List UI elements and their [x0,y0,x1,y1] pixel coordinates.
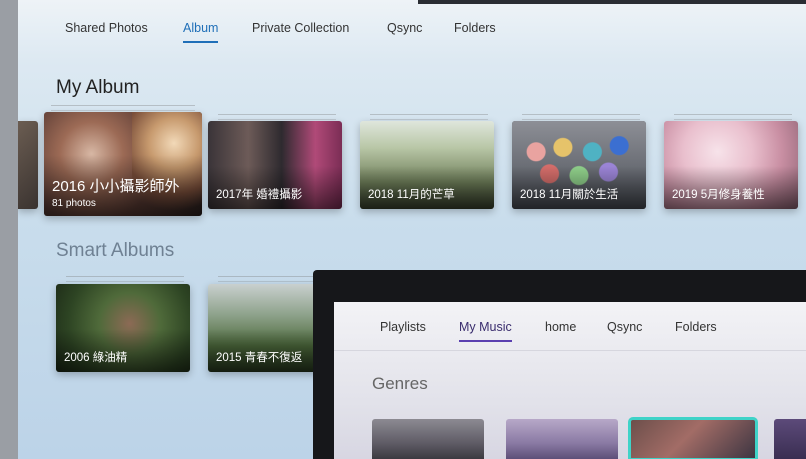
tab-qsync[interactable]: Qsync [607,320,642,334]
tab-divider [334,350,806,351]
album-name: 2016 小小攝影師外 [52,178,180,195]
my-album-title: My Album [56,77,140,98]
genre-card-partial[interactable] [774,419,806,459]
album-caption: 2016 小小攝影師外 81 photos [44,155,202,216]
tab-folders[interactable]: Folders [675,320,717,334]
album-caption: 2018 11月關於生活 [512,166,646,209]
album-card[interactable]: 2006 綠油精 [56,284,190,372]
genre-card-focused[interactable] [628,417,758,459]
tab-folders[interactable]: Folders [454,21,496,35]
album-stack-lines [370,114,488,120]
album-card[interactable]: 2019 5月修身養性 [664,121,798,209]
background-tv-edge [418,0,806,4]
album-name: 2018 11月關於生活 [520,189,619,201]
tab-album[interactable]: Album [183,21,219,43]
album-card[interactable]: 2017年 婚禮攝影 [208,121,342,209]
album-card[interactable]: 2018 11月的芒草 [360,121,494,209]
album-name: 2018 11月的芒草 [368,189,455,201]
album-card[interactable]: 2018 11月關於生活 [512,121,646,209]
music-app-screen: Playlists My Music home Qsync Folders Ge… [334,302,806,459]
genre-card[interactable] [506,419,618,459]
album-photo-count: 81 photos [52,198,96,209]
album-name: 2006 綠油精 [64,352,128,364]
smart-albums-title: Smart Albums [56,240,175,261]
album-name: 2019 5月修身養性 [672,189,765,201]
tab-home[interactable]: home [545,320,576,334]
album-stack-lines [674,114,792,120]
album-stack-lines [522,114,640,120]
album-stack-lines [66,276,184,282]
album-card-partial[interactable] [18,121,38,209]
album-caption: 2018 11月的芒草 [360,166,494,209]
album-stack-lines [218,114,336,120]
tab-playlists[interactable]: Playlists [380,320,426,334]
album-caption: 2006 綠油精 [56,329,190,372]
album-caption: 2017年 婚禮攝影 [208,166,342,209]
genre-card[interactable] [372,419,484,459]
album-stack-lines [51,105,195,111]
album-card[interactable]: 2016 小小攝影師外 81 photos [44,112,202,216]
tab-qsync[interactable]: Qsync [387,21,422,35]
tab-my-music[interactable]: My Music [459,320,512,342]
album-caption: 2019 5月修身養性 [664,166,798,209]
tab-shared-photos[interactable]: Shared Photos [65,21,148,35]
album-name: 2017年 婚禮攝影 [216,189,303,201]
tab-private-collection[interactable]: Private Collection [252,21,349,35]
genres-title: Genres [372,374,428,393]
album-name: 2015 青春不復返 [216,352,303,364]
